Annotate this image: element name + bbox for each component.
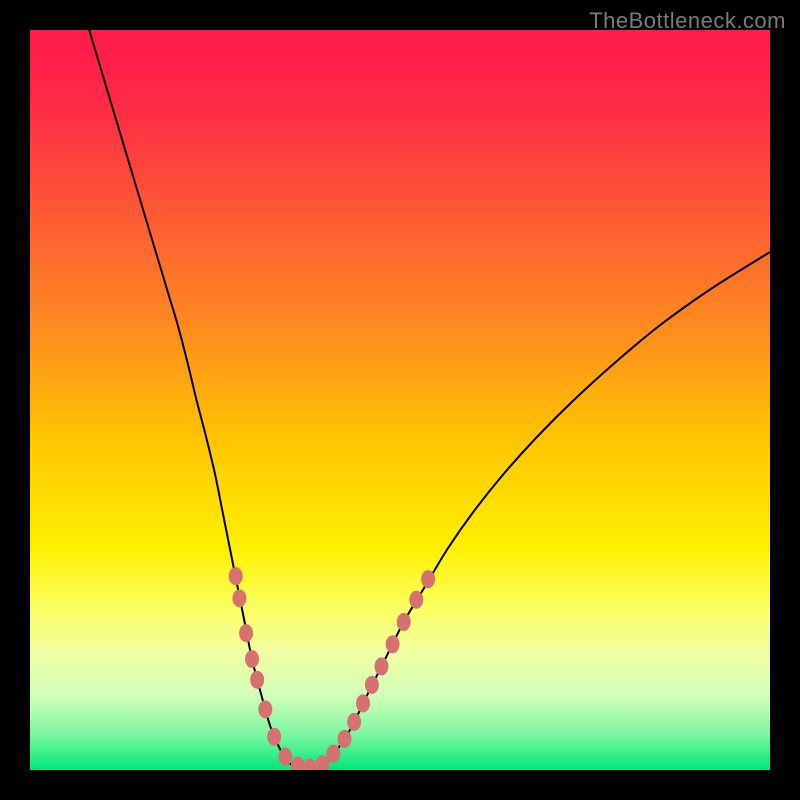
marker-point — [409, 591, 423, 609]
marker-point — [386, 635, 400, 653]
watermark-text: TheBottleneck.com — [589, 8, 786, 34]
left-markers — [229, 567, 317, 770]
left-curve — [89, 30, 307, 769]
marker-point — [232, 589, 246, 607]
marker-point — [356, 694, 370, 712]
marker-point — [375, 657, 389, 675]
marker-point — [278, 748, 292, 766]
marker-point — [365, 676, 379, 694]
chart-curves-layer — [30, 30, 770, 770]
marker-point — [267, 728, 281, 746]
marker-point — [258, 700, 272, 718]
marker-point — [229, 567, 243, 585]
chart-plot-area — [30, 30, 770, 770]
right-markers — [315, 570, 435, 770]
marker-point — [250, 671, 264, 689]
marker-point — [397, 613, 411, 631]
marker-point — [245, 650, 259, 668]
marker-point — [303, 759, 317, 770]
marker-point — [421, 570, 435, 588]
marker-point — [239, 624, 253, 642]
marker-point — [338, 730, 352, 748]
marker-point — [347, 713, 361, 731]
marker-point — [326, 745, 340, 763]
